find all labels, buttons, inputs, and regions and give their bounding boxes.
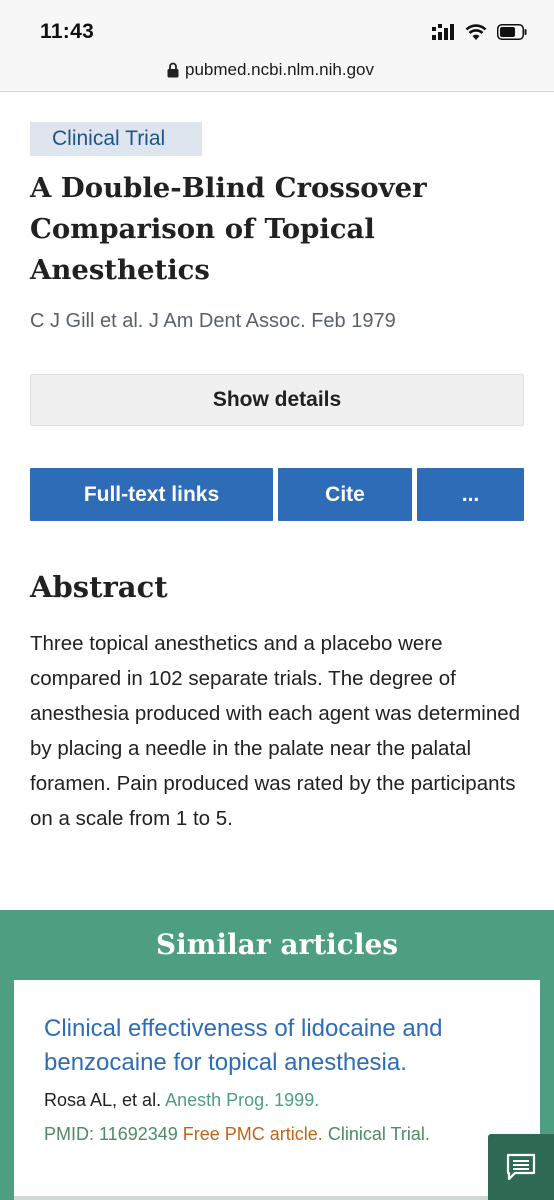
abstract-text: Three topical anesthetics and a placebo … <box>30 632 521 830</box>
similar-article-pmid: PMID: 11692349 <box>44 1124 178 1144</box>
similar-article-journal: Anesth Prog. 1999. <box>165 1090 320 1110</box>
publication-type-badge: Clinical Trial <box>30 122 202 156</box>
similar-article-meta: PMID: 11692349 Free PMC article. Clinica… <box>44 1124 490 1145</box>
url-text[interactable]: pubmed.ncbi.nlm.nih.gov <box>185 60 374 80</box>
similar-article-card: Clinical effectiveness of lidocaine and … <box>14 980 540 1200</box>
signal-icon <box>432 24 454 40</box>
abstract-heading: Abstract <box>30 570 168 604</box>
browser-url-bar[interactable]: pubmed.ncbi.nlm.nih.gov <box>0 52 554 92</box>
feedback-button[interactable] <box>488 1134 554 1200</box>
article-title: A Double-Blind Crossover Comparison of T… <box>30 172 427 286</box>
similar-article-author-names: Rosa AL, et al. <box>44 1090 162 1110</box>
article-citation: C J Gill et al. J Am Dent Assoc. Feb 197… <box>30 310 396 332</box>
wifi-icon <box>465 24 487 40</box>
similar-article-title-link[interactable]: Clinical effectiveness of lidocaine and … <box>44 1012 514 1080</box>
next-card-edge <box>14 1196 540 1200</box>
free-pmc-label: Free PMC article. <box>182 1124 323 1144</box>
status-time: 11:43 <box>40 20 95 43</box>
similar-article-authors: Rosa AL, et al. Anesth Prog. 1999. <box>44 1090 319 1111</box>
more-actions-button[interactable]: ... <box>417 468 524 521</box>
status-bar: 11:43 <box>0 0 554 52</box>
similar-articles-heading: Similar articles <box>155 928 399 961</box>
similar-articles-section: Similar articles Clinical effectiveness … <box>0 910 554 1200</box>
show-details-button[interactable]: Show details <box>30 374 524 426</box>
cite-button[interactable]: Cite <box>278 468 412 521</box>
battery-icon <box>497 24 527 40</box>
full-text-links-button[interactable]: Full-text links <box>30 468 273 521</box>
lock-icon <box>167 62 179 78</box>
similar-article-type: Clinical Trial. <box>327 1124 430 1144</box>
feedback-icon <box>506 1153 536 1181</box>
